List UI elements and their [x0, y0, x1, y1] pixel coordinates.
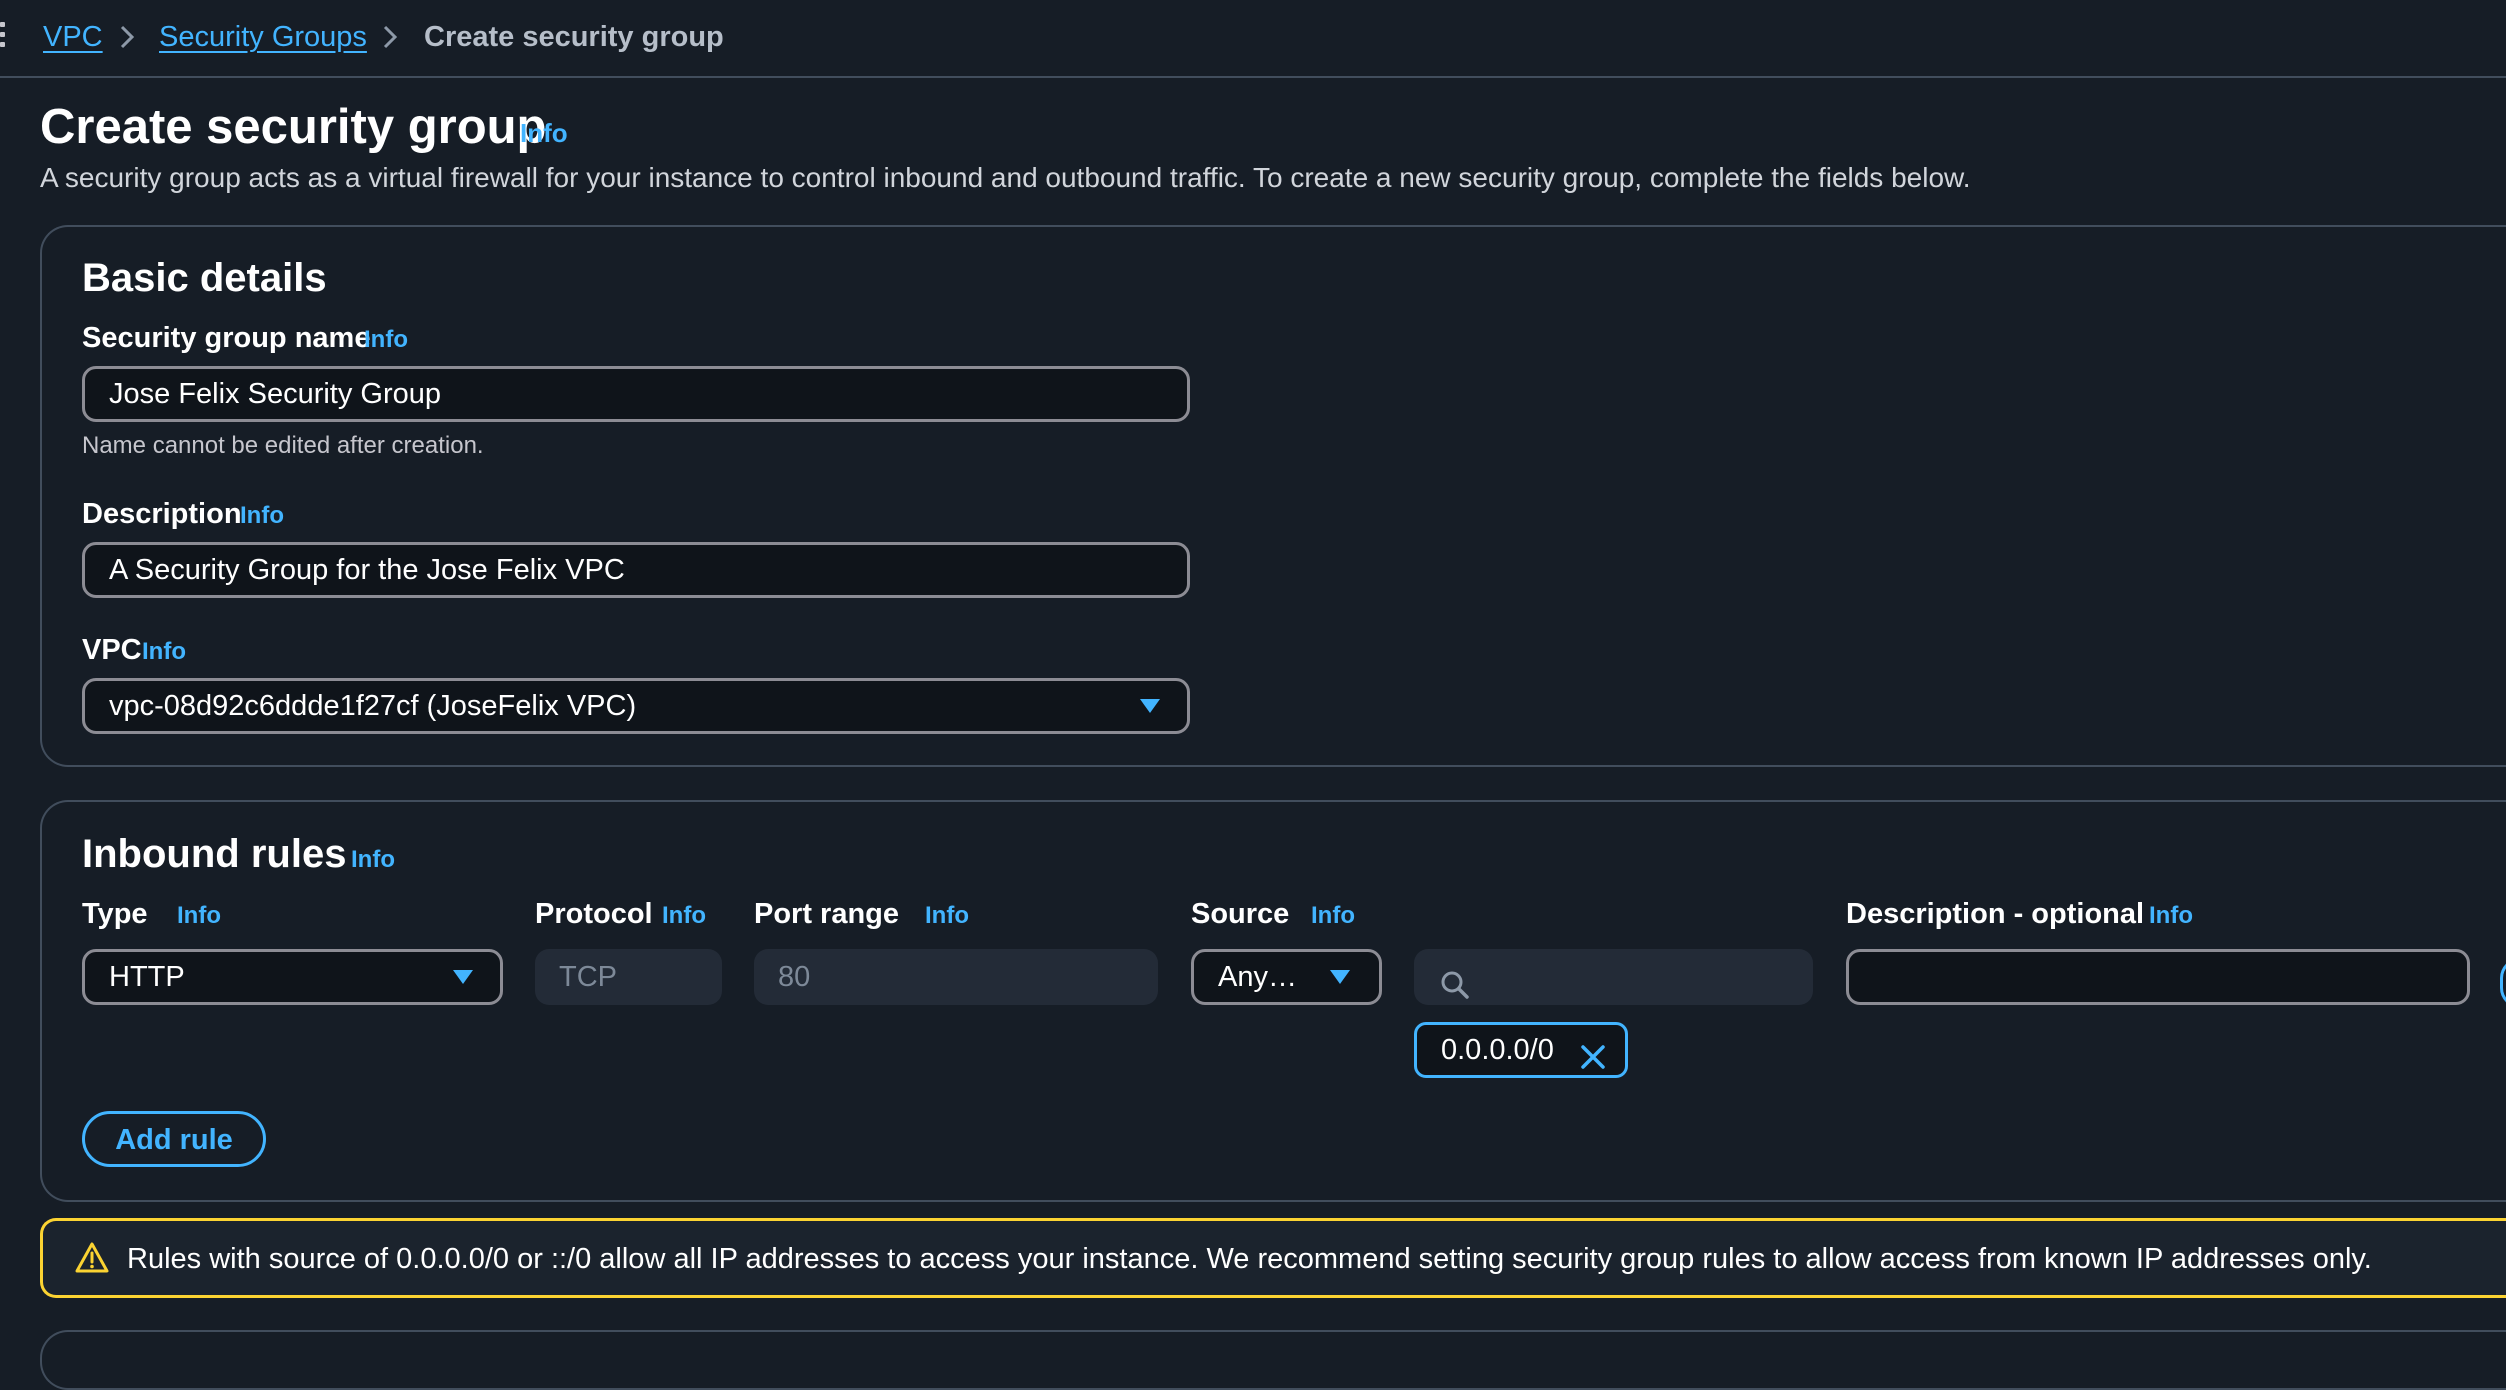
source-token-label: 0.0.0.0/0 — [1441, 1034, 1554, 1066]
chevron-right-icon — [376, 22, 404, 52]
warning-text: Rules with source of 0.0.0.0/0 or ::/0 a… — [127, 1243, 2372, 1275]
column-type-label: Type — [82, 898, 148, 930]
breadcrumb-current: Create security group — [424, 21, 724, 53]
description-input[interactable]: A Security Group for the Jose Felix VPC — [82, 542, 1190, 598]
inbound-rules-heading: Inbound rules — [82, 832, 347, 876]
column-type-info-link[interactable]: Info — [177, 899, 221, 933]
column-source-label: Source — [1191, 898, 1290, 930]
page-description: A security group acts as a virtual firew… — [40, 162, 1971, 193]
basic-details-heading: Basic details — [82, 256, 327, 300]
rule-protocol-field: TCP — [535, 949, 722, 1005]
rule-type-value: HTTP — [109, 961, 185, 993]
next-section-panel — [40, 1330, 2506, 1390]
rule-source-type-select[interactable]: Any… — [1191, 949, 1382, 1005]
chevron-right-icon — [113, 22, 141, 52]
security-group-name-hint: Name cannot be edited after creation. — [82, 432, 484, 459]
description-label: Description — [82, 498, 242, 530]
vpc-label: VPC — [82, 634, 142, 666]
column-protocol-label: Protocol — [535, 898, 653, 930]
warning-alert: Rules with source of 0.0.0.0/0 or ::/0 a… — [40, 1218, 2506, 1298]
rule-description-input[interactable] — [1846, 949, 2470, 1005]
column-description-info-link[interactable]: Info — [2149, 899, 2193, 933]
breadcrumb-link-vpc[interactable]: VPC — [43, 20, 103, 54]
security-group-name-info-link[interactable]: Info — [364, 323, 408, 357]
vpc-select[interactable]: vpc-08d92c6ddde1f27cf (JoseFelix VPC) — [82, 678, 1190, 734]
breadcrumb-bar: VPC Security Groups Create security grou… — [0, 0, 2506, 78]
page-title: Create security group — [40, 100, 547, 154]
caret-down-icon — [452, 969, 474, 985]
page-title-info-link[interactable]: Info — [520, 118, 568, 149]
security-group-name-label: Security group name — [82, 322, 371, 354]
rule-source-type-value: Any… — [1218, 961, 1297, 993]
column-protocol-info-link[interactable]: Info — [662, 899, 706, 933]
search-icon — [1440, 963, 1470, 999]
source-token: 0.0.0.0/0 — [1414, 1022, 1628, 1078]
column-source-info-link[interactable]: Info — [1311, 899, 1355, 933]
security-group-name-input[interactable]: Jose Felix Security Group — [82, 366, 1190, 422]
rule-source-search-input[interactable] — [1414, 949, 1813, 1005]
breadcrumb-link-security-groups[interactable]: Security Groups — [159, 20, 367, 54]
column-port-range-label: Port range — [754, 898, 900, 930]
close-icon[interactable] — [1579, 1037, 1607, 1069]
column-description-label: Description - optional — [1846, 898, 2145, 930]
menu-dots-icon[interactable] — [0, 22, 6, 52]
vpc-info-link[interactable]: Info — [142, 635, 186, 669]
rule-port-range-field: 80 — [754, 949, 1158, 1005]
vpc-select-value: vpc-08d92c6ddde1f27cf (JoseFelix VPC) — [109, 690, 637, 722]
warning-triangle-icon — [75, 1241, 109, 1275]
column-port-range-info-link[interactable]: Info — [925, 899, 969, 933]
inbound-rules-info-link[interactable]: Info — [351, 843, 395, 877]
rule-type-select[interactable]: HTTP — [82, 949, 503, 1005]
add-rule-button[interactable]: Add rule — [82, 1111, 266, 1167]
caret-down-icon — [1329, 969, 1351, 985]
caret-down-icon — [1139, 698, 1161, 714]
description-info-link[interactable]: Info — [240, 499, 284, 533]
